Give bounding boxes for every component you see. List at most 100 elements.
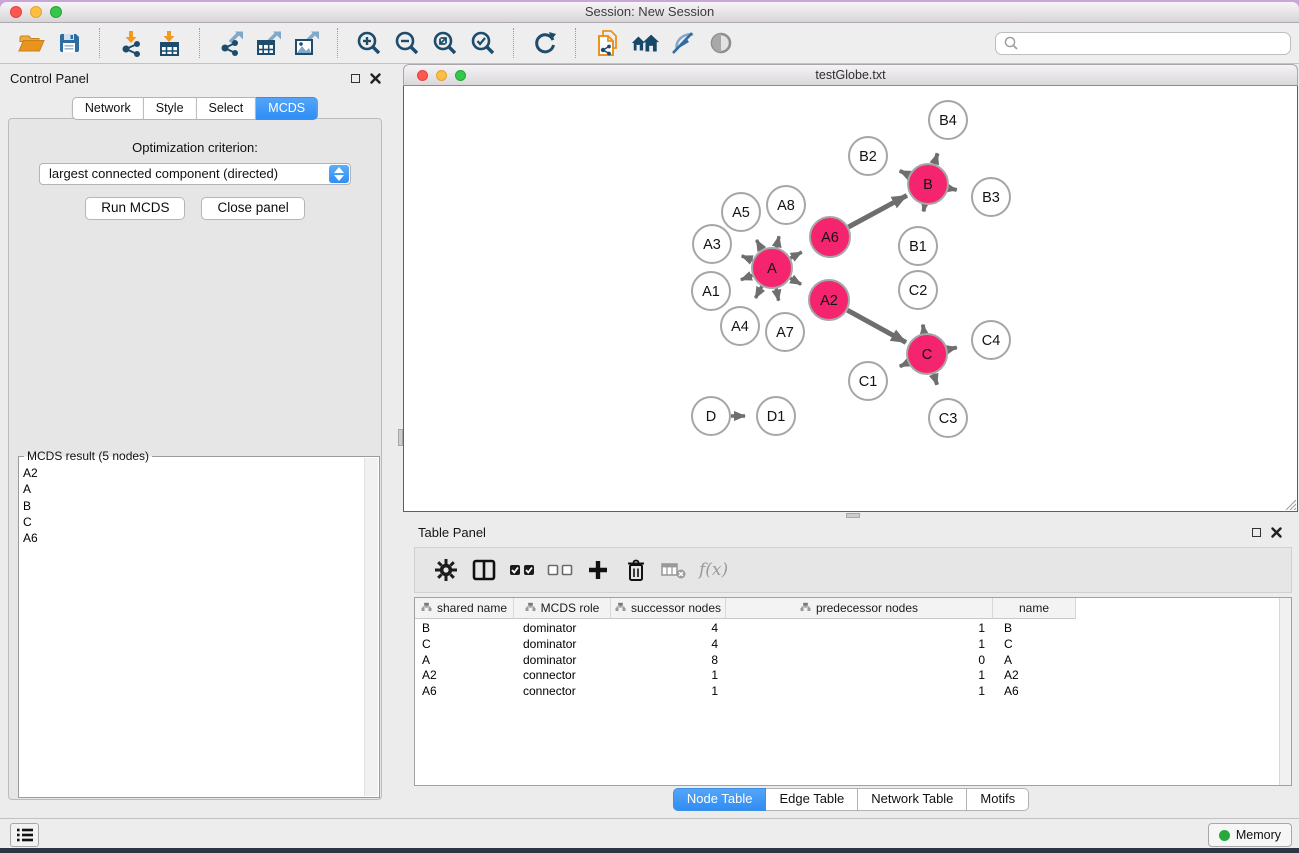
mcds-result-item[interactable]: B (23, 498, 365, 514)
edge-C-C3[interactable] (934, 374, 938, 385)
open-folder-icon[interactable] (16, 28, 46, 58)
column-header-predecessor-nodes[interactable]: predecessor nodes (726, 598, 993, 619)
table-row[interactable]: Adominator80A (415, 653, 1291, 669)
home-icon[interactable] (630, 28, 660, 58)
tab-network-table[interactable]: Network Table (858, 788, 967, 811)
search-input[interactable] (1019, 35, 1290, 52)
table-row[interactable]: A6connector11A6 (415, 684, 1291, 700)
minimize-window-button[interactable] (436, 70, 447, 81)
table-row[interactable]: Bdominator41B (415, 621, 1291, 637)
edge-C-C4[interactable] (948, 347, 957, 349)
close-panel-icon[interactable] (1271, 527, 1282, 538)
search-box[interactable] (995, 32, 1291, 55)
edge-A-A2[interactable] (790, 278, 801, 284)
column-header-shared-name[interactable]: shared name (415, 598, 514, 619)
criterion-select[interactable]: largest connected component (directed) (39, 163, 351, 185)
table-cell[interactable]: A6 (415, 684, 514, 700)
node-table[interactable]: shared nameMCDS rolesuccessor nodesprede… (414, 597, 1292, 786)
column-header-successor-nodes[interactable]: successor nodes (611, 598, 726, 619)
table-cell[interactable]: C (993, 637, 1076, 653)
table-cell[interactable]: connector (514, 668, 611, 684)
network-document-icon[interactable] (592, 28, 622, 58)
column-header-MCDS-role[interactable]: MCDS role (514, 598, 611, 619)
table-row[interactable]: Cdominator41C (415, 637, 1291, 653)
table-cell[interactable]: A2 (415, 668, 514, 684)
result-scrollbar[interactable] (364, 458, 378, 796)
export-network-icon[interactable] (216, 28, 246, 58)
maximize-window-button[interactable] (455, 70, 466, 81)
refresh-layout-icon[interactable] (530, 28, 560, 58)
network-window-titlebar[interactable]: testGlobe.txt (403, 64, 1298, 86)
maximize-window-button[interactable] (50, 6, 62, 18)
deselect-all-icon[interactable] (545, 555, 575, 585)
table-cell[interactable]: 0 (726, 653, 993, 669)
export-image-icon[interactable] (292, 28, 322, 58)
table-cell[interactable]: A6 (993, 684, 1076, 700)
edge-B-B4[interactable] (934, 153, 937, 164)
table-cell[interactable]: 4 (611, 637, 726, 653)
close-window-button[interactable] (10, 6, 22, 18)
edge-A-A6[interactable] (791, 252, 802, 258)
memory-button[interactable]: Memory (1208, 823, 1292, 847)
table-cell[interactable]: 1 (611, 668, 726, 684)
tab-node-table[interactable]: Node Table (673, 788, 767, 811)
zoom-out-icon[interactable] (392, 28, 422, 58)
zoom-in-icon[interactable] (354, 28, 384, 58)
tab-network[interactable]: Network (72, 97, 144, 120)
pen-slash-icon[interactable] (668, 28, 698, 58)
table-cell[interactable]: B (993, 621, 1076, 637)
table-cell[interactable]: dominator (514, 637, 611, 653)
edge-A-A1[interactable] (741, 275, 752, 279)
function-builder-icon[interactable]: f(x) (699, 560, 728, 580)
close-window-button[interactable] (417, 70, 428, 81)
vertical-scroll-thumb[interactable] (398, 429, 403, 446)
float-panel-icon[interactable] (351, 74, 360, 83)
mcds-result-item[interactable]: A (23, 481, 365, 497)
edge-A-A7[interactable] (776, 289, 778, 301)
add-column-icon[interactable] (583, 555, 613, 585)
export-table-icon[interactable] (254, 28, 284, 58)
edge-B-B1[interactable] (924, 205, 925, 212)
horizontal-scroll-thumb[interactable] (846, 513, 860, 518)
tab-motifs[interactable]: Motifs (967, 788, 1029, 811)
task-history-button[interactable] (10, 823, 39, 847)
close-panel-button[interactable]: Close panel (201, 197, 304, 220)
table-row[interactable]: A2connector11A2 (415, 668, 1291, 684)
import-table-icon[interactable] (154, 28, 184, 58)
zoom-selected-icon[interactable] (468, 28, 498, 58)
table-cell[interactable]: A (415, 653, 514, 669)
edge-C-C2[interactable] (923, 325, 924, 334)
zoom-fit-icon[interactable] (430, 28, 460, 58)
resize-grip[interactable] (1283, 497, 1296, 510)
float-panel-icon[interactable] (1252, 528, 1261, 537)
mcds-result-item[interactable]: A2 (23, 465, 365, 481)
table-scrollbar[interactable] (1279, 598, 1291, 785)
edge-A-A4[interactable] (755, 286, 761, 298)
delete-table-icon[interactable] (659, 555, 689, 585)
gear-icon[interactable] (431, 555, 461, 585)
edge-A2-C[interactable] (847, 310, 906, 342)
mcds-result-item[interactable]: C (23, 514, 365, 530)
edge-A-A3[interactable] (742, 256, 753, 260)
tab-select[interactable]: Select (197, 97, 257, 120)
eye-icon[interactable] (706, 28, 736, 58)
table-cell[interactable]: 1 (726, 637, 993, 653)
column-header-name[interactable]: name (993, 598, 1076, 619)
table-cell[interactable]: 1 (611, 684, 726, 700)
edge-A-A5[interactable] (756, 240, 761, 250)
import-network-icon[interactable] (116, 28, 146, 58)
table-cell[interactable]: 8 (611, 653, 726, 669)
table-cell[interactable]: dominator (514, 653, 611, 669)
run-mcds-button[interactable]: Run MCDS (85, 197, 185, 220)
edge-A6-B[interactable] (848, 195, 906, 227)
select-all-icon[interactable] (507, 555, 537, 585)
table-cell[interactable]: 4 (611, 621, 726, 637)
close-panel-icon[interactable] (370, 73, 381, 84)
tab-style[interactable]: Style (144, 97, 197, 120)
minimize-window-button[interactable] (30, 6, 42, 18)
edge-C-C1[interactable] (900, 363, 908, 367)
table-cell[interactable]: B (415, 621, 514, 637)
network-canvas[interactable]: AA1A2A3A4A5A6A7A8BB1B2B3B4CC1C2C3C4DD1 (403, 86, 1298, 512)
column-view-icon[interactable] (469, 555, 499, 585)
table-cell[interactable]: A2 (993, 668, 1076, 684)
